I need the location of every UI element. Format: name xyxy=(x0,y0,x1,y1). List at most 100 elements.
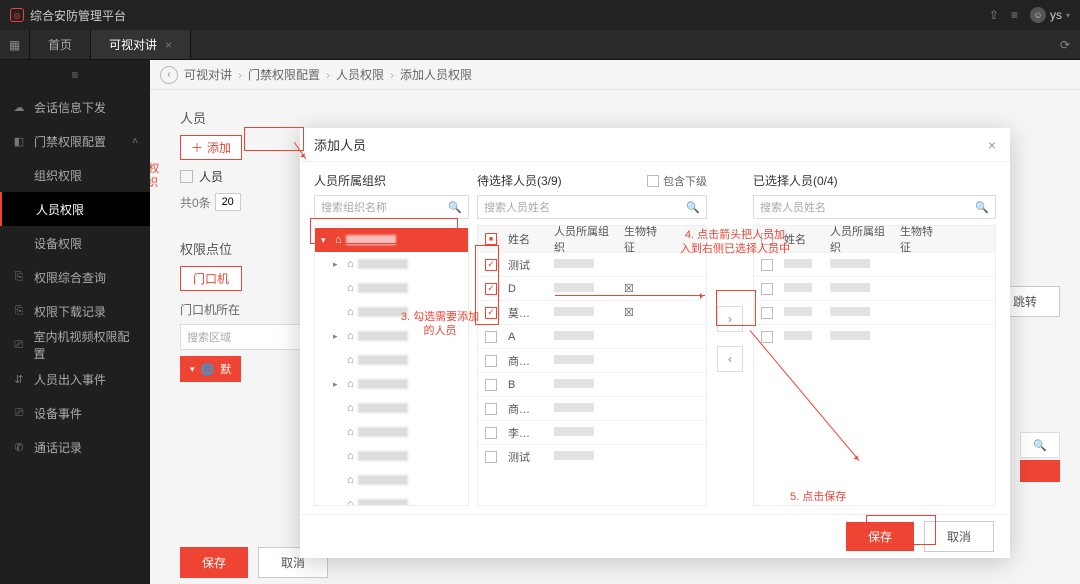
table-row[interactable]: 莫… ☒ xyxy=(478,300,706,324)
row-checkbox[interactable] xyxy=(485,403,497,415)
tree-row[interactable]: ▸⌂ xyxy=(315,324,468,348)
modal-save-button[interactable]: 保存 xyxy=(846,522,914,551)
crumb-c[interactable]: 人员权限 xyxy=(336,66,384,83)
tree-row[interactable]: ▾⌂ xyxy=(315,228,468,252)
cell-name: D xyxy=(504,283,550,295)
checkbox-all[interactable] xyxy=(180,170,193,183)
th-name: 姓名 xyxy=(504,231,550,247)
col-transfer: › ‹ xyxy=(715,172,745,506)
home-icon: ⌂ xyxy=(347,426,354,438)
back-icon[interactable]: ‹ xyxy=(160,66,178,84)
sidebar-item-person-perm[interactable]: 人员权限 xyxy=(0,192,150,226)
tree-row[interactable]: ⌂ xyxy=(315,492,468,506)
sidebar-item-org-perm[interactable]: 组织权限 xyxy=(0,158,150,192)
table-row[interactable] xyxy=(754,252,995,276)
row-checkbox[interactable] xyxy=(485,259,497,271)
checkbox-all-sel[interactable] xyxy=(761,233,773,245)
row-checkbox[interactable] xyxy=(485,331,497,343)
tree-row[interactable]: ⌂ xyxy=(315,444,468,468)
sidebar-item-device-perm[interactable]: 设备权限 xyxy=(0,226,150,260)
tree-row[interactable]: ⌂ xyxy=(315,348,468,372)
sidebar-item-inout[interactable]: ⇵人员出入事件 xyxy=(0,362,150,396)
upload-icon[interactable]: ⇧ xyxy=(989,8,999,22)
tree-row[interactable]: ⌂ xyxy=(315,300,468,324)
row-checkbox[interactable] xyxy=(761,307,773,319)
cell-org xyxy=(550,427,620,439)
include-sub-checkbox[interactable] xyxy=(647,175,659,187)
tab-doorphone[interactable]: 门口机 xyxy=(180,266,242,291)
chevron-down-icon: ▾ xyxy=(1066,11,1070,20)
sel-search[interactable]: 搜索人员姓名🔍 xyxy=(753,195,996,219)
row-checkbox[interactable] xyxy=(485,283,497,295)
modal-close-icon[interactable]: × xyxy=(988,137,996,153)
cell-name: 莫… xyxy=(504,305,550,321)
table-row[interactable]: A xyxy=(478,324,706,348)
move-left-button[interactable]: ‹ xyxy=(717,346,743,372)
apps-grid-icon[interactable]: ▦ xyxy=(0,30,30,59)
checkbox-all-cand[interactable] xyxy=(485,233,497,245)
refresh-icon[interactable]: ⟳ xyxy=(1050,30,1080,59)
chevron-right-icon: ▸ xyxy=(333,331,343,342)
crumb-b[interactable]: 门禁权限配置 xyxy=(248,66,320,83)
row-checkbox[interactable] xyxy=(485,307,497,319)
table-row[interactable]: D ☒ xyxy=(478,276,706,300)
row-checkbox[interactable] xyxy=(485,355,497,367)
table-row[interactable]: 商… xyxy=(478,396,706,420)
close-icon[interactable]: × xyxy=(165,38,172,52)
search-icon-box[interactable]: 🔍 xyxy=(1020,432,1060,458)
row-checkbox[interactable] xyxy=(761,283,773,295)
modal-cancel-button[interactable]: 取消 xyxy=(924,521,994,552)
home-icon: ⌂ xyxy=(347,498,354,506)
modal-title: 添加人员 xyxy=(314,135,366,154)
org-search[interactable]: 搜索组织名称🔍 xyxy=(314,195,469,219)
sidebar-item-indoor[interactable]: ⎚室内机视频权限配置 xyxy=(0,328,150,362)
sidebar-item-dev-event[interactable]: ⎚设备事件 xyxy=(0,396,150,430)
page-size-input[interactable] xyxy=(215,193,241,211)
move-right-button[interactable]: › xyxy=(717,306,743,332)
search-icon: 🔍 xyxy=(975,201,989,214)
table-row[interactable]: B xyxy=(478,372,706,396)
tree-row[interactable]: ⌂ xyxy=(315,396,468,420)
row-checkbox[interactable] xyxy=(761,259,773,271)
tree-row[interactable]: ▸⌂ xyxy=(315,252,468,276)
crumb-a[interactable]: 可视对讲 xyxy=(184,66,232,83)
add-person-button[interactable]: ＋添加 xyxy=(180,135,242,160)
sidebar-item-download[interactable]: ⎘权限下载记录 xyxy=(0,294,150,328)
tree-row[interactable]: ⌂ xyxy=(315,420,468,444)
chevron-down-icon: ▾ xyxy=(190,364,195,375)
sidebar: ≡ ☁会话信息下发 ◧门禁权限配置˄ 组织权限 人员权限 设备权限 ⎘权限综合查… xyxy=(0,60,150,584)
sidebar-item-session[interactable]: ☁会话信息下发 xyxy=(0,90,150,124)
row-checkbox[interactable] xyxy=(761,331,773,343)
sidebar-item-perm-query[interactable]: ⎘权限综合查询 xyxy=(0,260,150,294)
cell-org xyxy=(550,403,620,415)
cell-name: 测试 xyxy=(504,257,550,273)
sel-table: 姓名 人员所属组织 生物特征 xyxy=(753,225,996,506)
table-row[interactable]: 测试 xyxy=(478,444,706,468)
row-checkbox[interactable] xyxy=(485,379,497,391)
page-save-button[interactable]: 保存 xyxy=(180,547,248,578)
chevron-right-icon: ▸ xyxy=(333,379,343,390)
user-menu[interactable]: ☺ ys ▾ xyxy=(1030,7,1070,23)
tree-row[interactable]: ▸⌂ xyxy=(315,372,468,396)
table-row[interactable] xyxy=(754,324,995,348)
menu-icon[interactable]: ≡ xyxy=(1011,8,1018,22)
tab-current[interactable]: 可视对讲 × xyxy=(91,30,191,59)
area-tag[interactable]: ▾🌐默 xyxy=(180,356,241,382)
tree-row[interactable]: ⌂ xyxy=(315,468,468,492)
sidebar-item-access[interactable]: ◧门禁权限配置˄ xyxy=(0,124,150,158)
tab-home[interactable]: 首页 xyxy=(30,30,91,59)
tree-row[interactable]: ⌂ xyxy=(315,276,468,300)
table-row[interactable] xyxy=(754,300,995,324)
sidebar-toggle[interactable]: ≡ xyxy=(0,60,150,90)
th-org: 人员所属组织 xyxy=(550,225,620,255)
cell-org xyxy=(550,331,620,343)
row-checkbox[interactable] xyxy=(485,427,497,439)
row-checkbox[interactable] xyxy=(485,451,497,463)
sidebar-item-calls[interactable]: ✆通话记录 xyxy=(0,430,150,464)
th-bio: 生物特征 xyxy=(896,225,946,255)
cand-search[interactable]: 搜索人员姓名🔍 xyxy=(477,195,707,219)
table-row[interactable]: 商… xyxy=(478,348,706,372)
table-row[interactable] xyxy=(754,276,995,300)
table-row[interactable]: 测试 xyxy=(478,252,706,276)
table-row[interactable]: 李… xyxy=(478,420,706,444)
